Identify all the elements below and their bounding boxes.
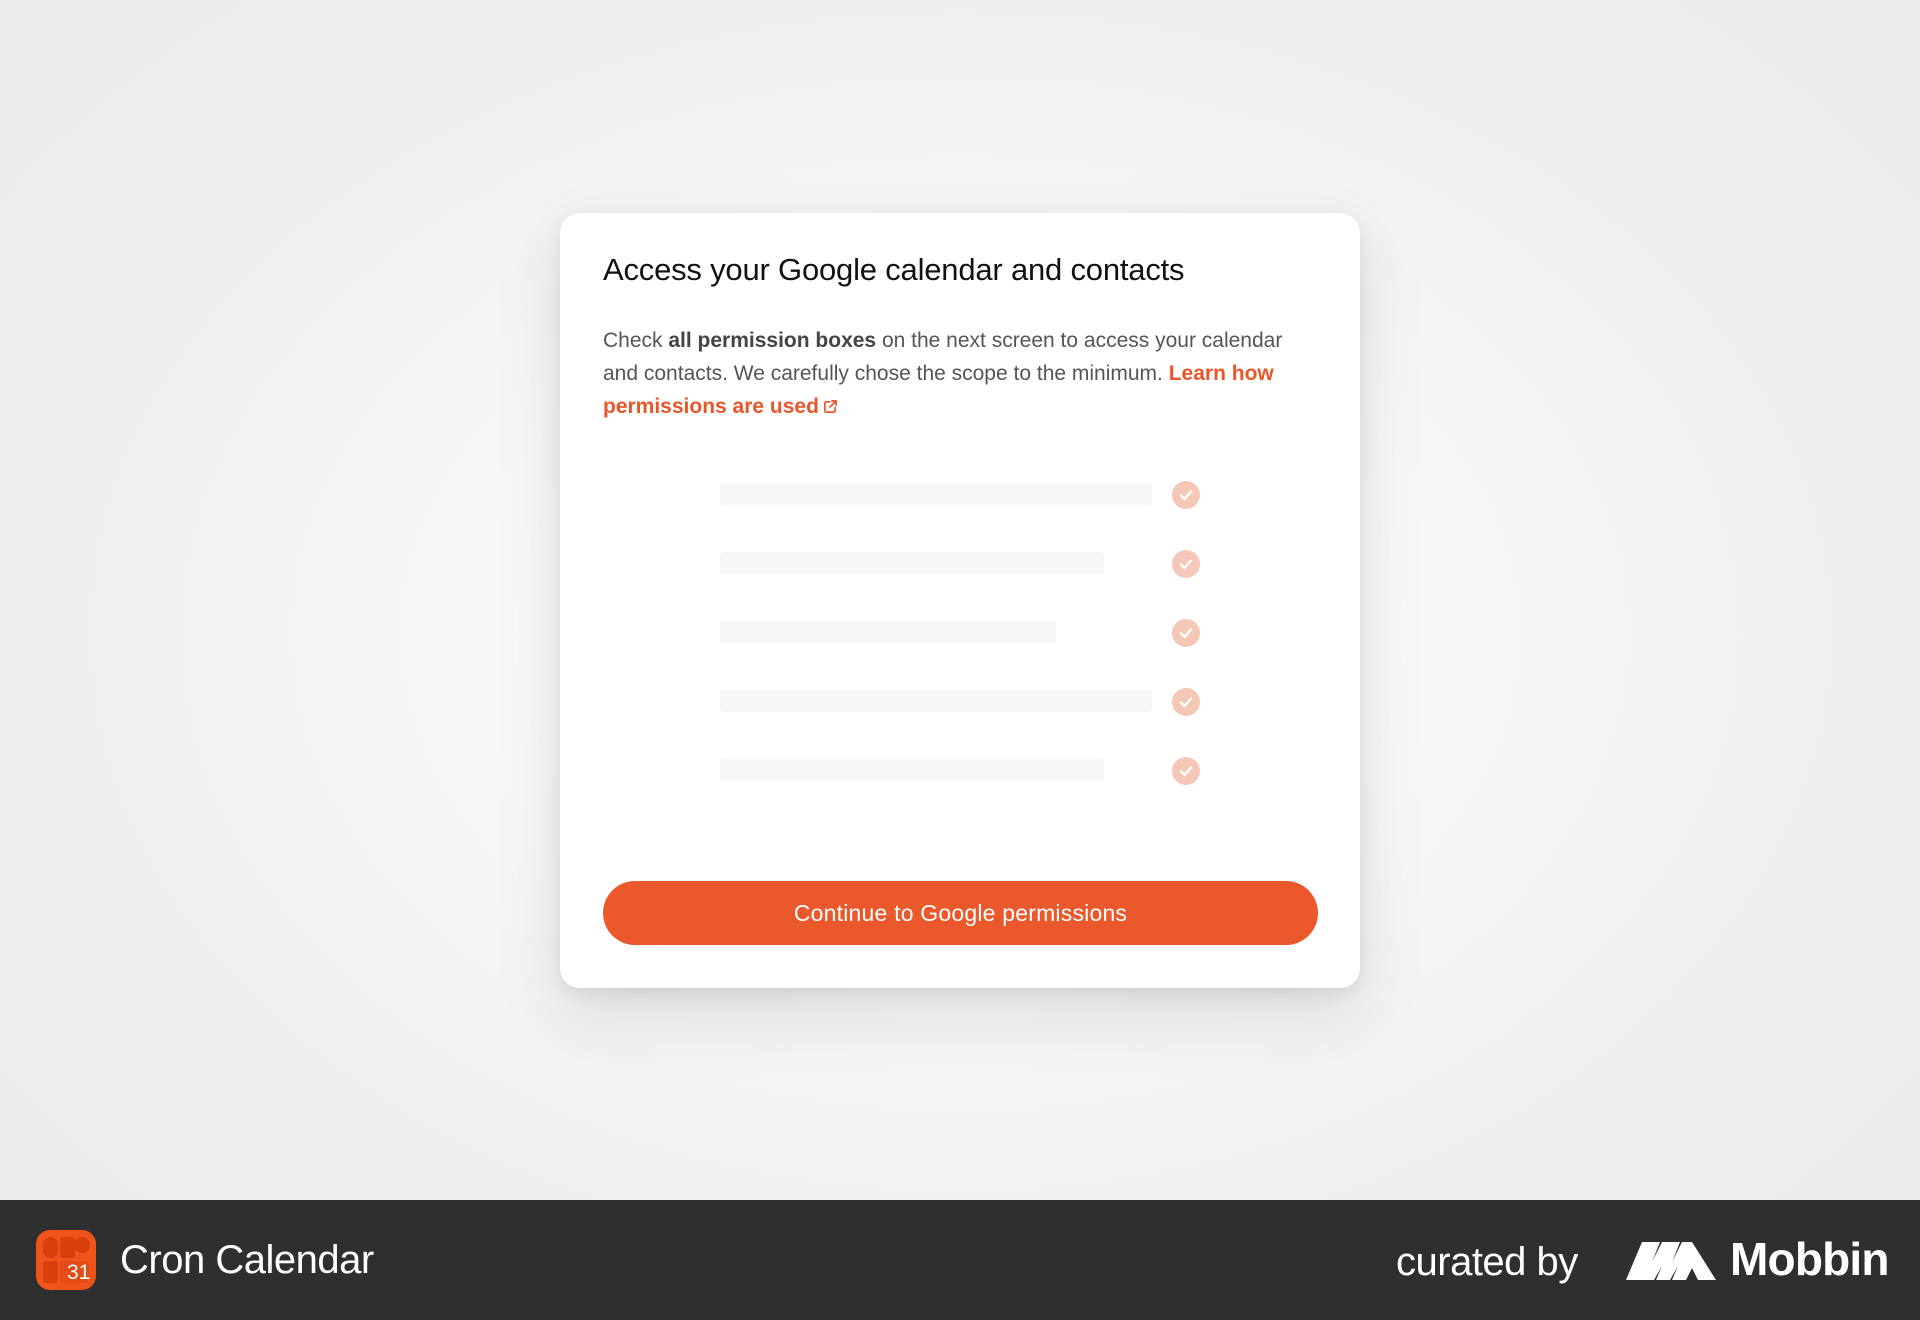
- mobbin-brand-name: Mobbin: [1730, 1233, 1890, 1285]
- permission-placeholder-bar: [720, 483, 1152, 505]
- check-circle-icon: [1172, 481, 1200, 509]
- page-background: Access your Google calendar and contacts…: [0, 0, 1920, 1200]
- external-link-icon: [823, 399, 837, 413]
- permission-placeholder-bar: [720, 621, 1056, 643]
- dialog-description: Check all permission boxes on the next s…: [603, 324, 1315, 423]
- permission-row: [720, 550, 1220, 621]
- permission-placeholder-bar: [720, 690, 1152, 712]
- permissions-dialog: Access your Google calendar and contacts…: [560, 213, 1360, 988]
- check-circle-icon: [1172, 550, 1200, 578]
- description-bold-text: all permission boxes: [668, 328, 877, 352]
- permission-row: [720, 619, 1220, 690]
- permission-placeholder-bar: [720, 552, 1104, 574]
- app-icon-number: 31: [67, 1261, 91, 1284]
- check-circle-icon: [1172, 619, 1200, 647]
- footer-bar: 31 Cron Calendar curated by Mobbin: [0, 1200, 1920, 1320]
- curated-by-label: curated by: [1396, 1240, 1578, 1284]
- mobbin-logo-icon: [1626, 1242, 1716, 1280]
- check-circle-icon: [1172, 757, 1200, 785]
- check-circle-icon: [1172, 688, 1200, 716]
- permission-preview-list: [720, 481, 1220, 828]
- description-text-start: Check: [603, 328, 669, 352]
- continue-to-google-permissions-button[interactable]: Continue to Google permissions: [603, 881, 1318, 945]
- permission-row: [720, 757, 1220, 828]
- dialog-title: Access your Google calendar and contacts: [603, 252, 1185, 287]
- cron-app-icon: 31: [36, 1230, 96, 1290]
- permission-row: [720, 688, 1220, 759]
- permission-row: [720, 481, 1220, 552]
- app-name: Cron Calendar: [120, 1238, 374, 1282]
- permission-placeholder-bar: [720, 759, 1104, 781]
